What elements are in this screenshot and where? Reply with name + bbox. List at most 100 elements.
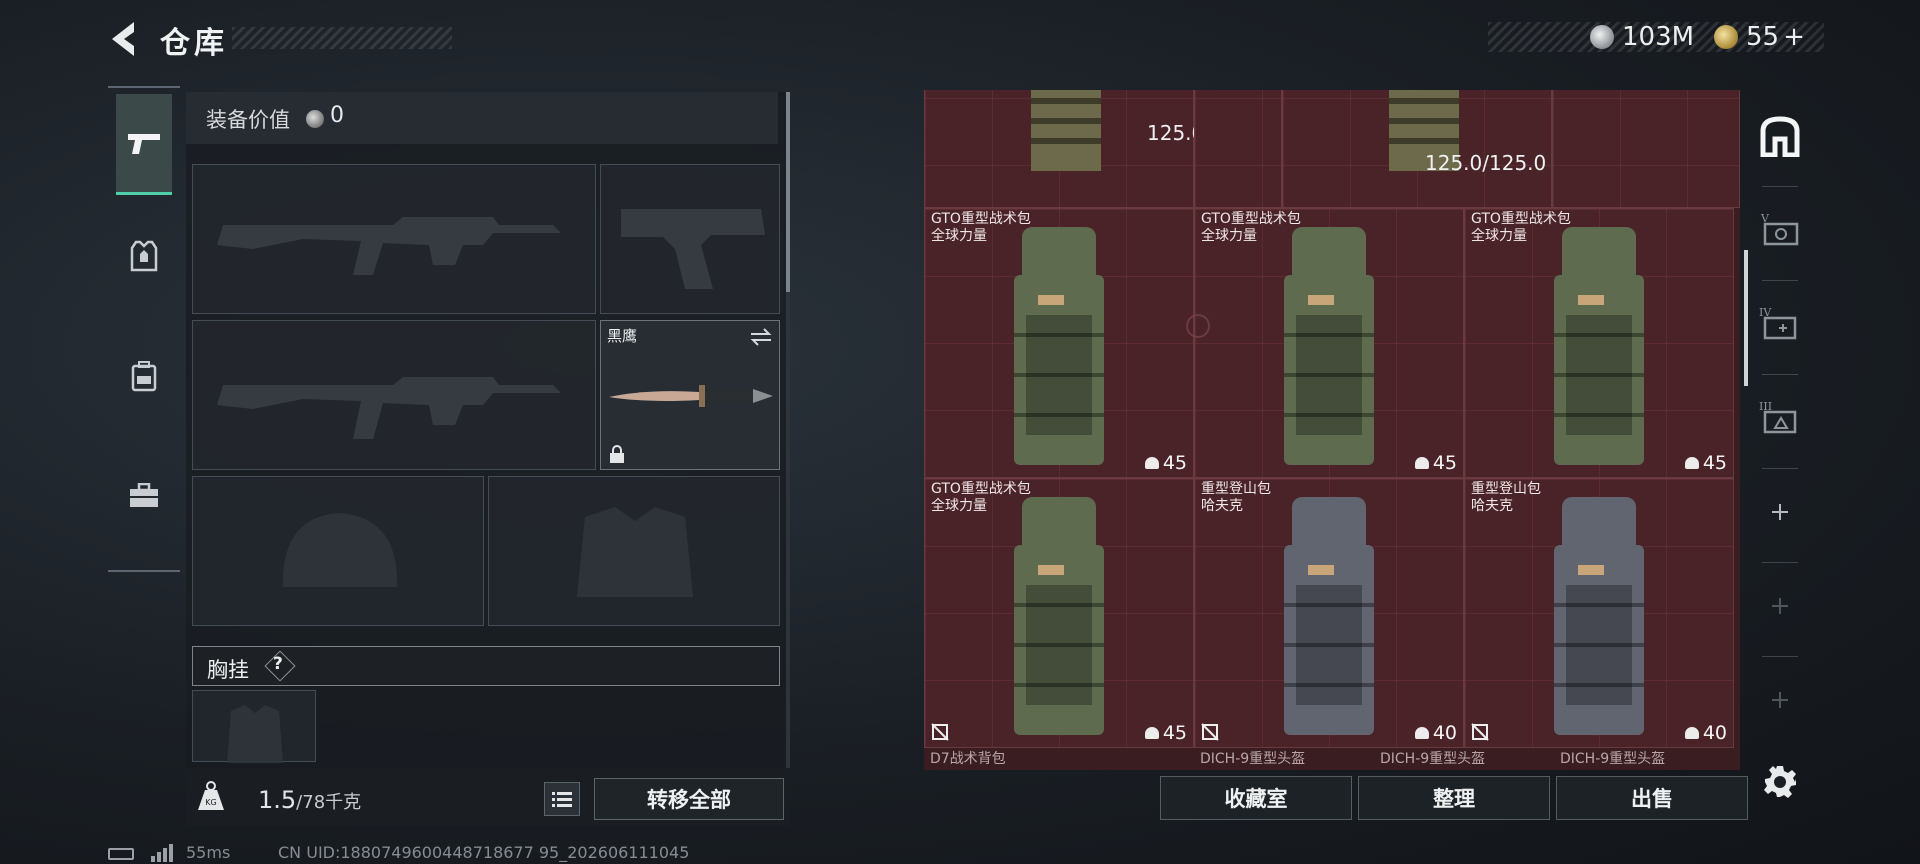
melee-weapon-slot[interactable]: 黑鹰 (600, 320, 780, 470)
warehouse-empty-cell[interactable] (1552, 90, 1740, 208)
chest-rig-header: 胸挂 ? (192, 646, 780, 686)
tab-case[interactable] (116, 444, 172, 548)
warehouse-item[interactable]: GTO重型战术包 全球力量 45 (924, 478, 1194, 748)
primary-weapon-slot[interactable] (192, 164, 596, 314)
pistol-icon (128, 134, 160, 154)
armor-icon (130, 240, 158, 272)
backpack-image (1014, 227, 1104, 465)
silver-coin-icon (306, 110, 324, 128)
equipment-value: 0 (330, 103, 344, 128)
swap-icon[interactable] (749, 327, 773, 347)
list-item[interactable]: DICH-9重型头盔 (1380, 748, 1485, 768)
item-count-value: 45 (1162, 452, 1187, 474)
helmet-silhouette-icon (282, 513, 398, 587)
add-slot-button[interactable] (1756, 488, 1804, 536)
capacity-icon (1414, 727, 1429, 739)
equipment-scroll-thumb[interactable] (786, 92, 790, 292)
backpack-image (1014, 497, 1104, 735)
add-slot-button[interactable] (1756, 582, 1804, 630)
tier-v-button[interactable]: V (1756, 206, 1804, 254)
back-button[interactable] (104, 18, 144, 60)
item-brand-line: 哈夫克 (1471, 498, 1513, 514)
chest-rig-help-button[interactable]: ? (273, 654, 283, 674)
backpack-image (1284, 227, 1374, 465)
item-count: 45 (1144, 722, 1187, 744)
add-slot-button[interactable] (1756, 676, 1804, 724)
carry-weight: 1.5/78千克 (258, 786, 361, 814)
warehouse-item[interactable]: GTO重型战术包 全球力量 45 (1464, 208, 1734, 478)
item-brand-line: 哈夫克 (1201, 498, 1243, 514)
capacity-icon (1144, 727, 1159, 739)
item-durability: 125.0/125.0 (1425, 151, 1547, 175)
equipment-panel: 装备价值 0 黑鹰 胸挂 ? (186, 92, 790, 828)
warehouse-item[interactable]: 重型登山包 哈夫克 40 (1464, 478, 1734, 748)
user-uid: CN UID:1880749600448718677 95_2026061110… (278, 843, 690, 862)
vest-silhouette-icon (577, 507, 693, 597)
item-count-value: 40 (1432, 722, 1457, 744)
gear-icon (1764, 766, 1796, 798)
capacity-icon (1684, 727, 1699, 739)
gold-amount-group[interactable]: 55 + (1746, 22, 1805, 52)
item-count-value: 45 (1162, 722, 1187, 744)
plus-icon (1772, 504, 1788, 520)
carry-weight-value: 1.5 (258, 786, 297, 814)
list-item[interactable]: D7战术背包 (930, 748, 1006, 768)
item-count: 40 (1684, 722, 1727, 744)
gold-add-button[interactable]: + (1783, 22, 1805, 52)
list-view-button[interactable] (544, 782, 580, 816)
chest-rig-label: 胸挂 (207, 658, 249, 682)
knife-name: 黑鹰 (607, 327, 638, 345)
side-rail-scrollbar[interactable] (1744, 250, 1748, 386)
warehouse-item[interactable]: GTO重型战术包 全球力量 45 (1194, 208, 1464, 478)
item-count-value: 45 (1432, 452, 1457, 474)
vault-button[interactable] (1756, 112, 1804, 160)
carry-weight-capacity: /78千克 (296, 792, 362, 813)
tab-backpack[interactable] (116, 324, 172, 428)
list-item[interactable]: DICH-9重型头盔 (1560, 748, 1665, 768)
item-name: 重型登山包 哈夫克 (1201, 481, 1271, 515)
secondary-primary-weapon-slot[interactable] (192, 320, 596, 470)
lock-icon (610, 445, 624, 463)
gold-amount: 55 (1746, 22, 1780, 52)
backpack-image (1554, 497, 1644, 735)
sort-button[interactable]: 整理 (1358, 776, 1550, 820)
tier-iii-button[interactable]: III (1756, 394, 1804, 442)
warehouse-item-top-right[interactable]: 125.0/125.0 (1282, 90, 1552, 208)
tier-v-icon: V (1760, 212, 1799, 246)
list-icon (552, 792, 572, 807)
rifle-silhouette-icon (217, 377, 561, 439)
item-count: 45 (1684, 452, 1727, 474)
tab-weapons[interactable] (116, 94, 172, 195)
secondary-weapon-slot[interactable] (600, 164, 780, 314)
title-decoration (232, 27, 452, 49)
tier-iv-add-icon: IV (1759, 306, 1797, 340)
item-count-value: 40 (1702, 722, 1727, 744)
capacity-icon (1414, 457, 1429, 469)
category-tab-rail (108, 86, 180, 572)
item-name-line: 重型登山包 (1471, 481, 1541, 497)
list-item[interactable]: DICH-9重型头盔 (1200, 748, 1305, 768)
drop-target-reticle (1186, 314, 1210, 338)
tab-armor[interactable] (116, 204, 172, 308)
warehouse-item[interactable]: GTO重型战术包 全球力量 45 (924, 208, 1194, 478)
item-count: 40 (1414, 722, 1457, 744)
transfer-all-button[interactable]: 转移全部 (594, 778, 784, 820)
item-count: 45 (1414, 452, 1457, 474)
warehouse-item[interactable]: 重型登山包 哈夫克 40 (1194, 478, 1464, 748)
plus-icon (1772, 598, 1788, 614)
tier-iv-button[interactable]: IV (1756, 300, 1804, 348)
warehouse-empty-cell[interactable] (1194, 90, 1282, 208)
settings-button[interactable] (1762, 764, 1798, 800)
signal-icon (151, 844, 173, 862)
item-count: 45 (1144, 452, 1187, 474)
warehouse-grid[interactable]: 125.0/125.0 125.0/125.0 GTO重型战术包全球力量45GT… (924, 90, 1740, 770)
sell-button[interactable]: 出售 (1556, 776, 1748, 820)
body-armor-slot[interactable] (488, 476, 780, 626)
weight-icon: KG (198, 781, 224, 810)
warehouse-item-top-left[interactable]: 125.0/125.0 (924, 90, 1268, 208)
camo-backpack-image (1031, 90, 1101, 171)
chest-rig-slot[interactable] (192, 690, 316, 763)
collection-room-button[interactable]: 收藏室 (1160, 776, 1352, 820)
backpack-image (1284, 497, 1374, 735)
helmet-slot[interactable] (192, 476, 484, 626)
